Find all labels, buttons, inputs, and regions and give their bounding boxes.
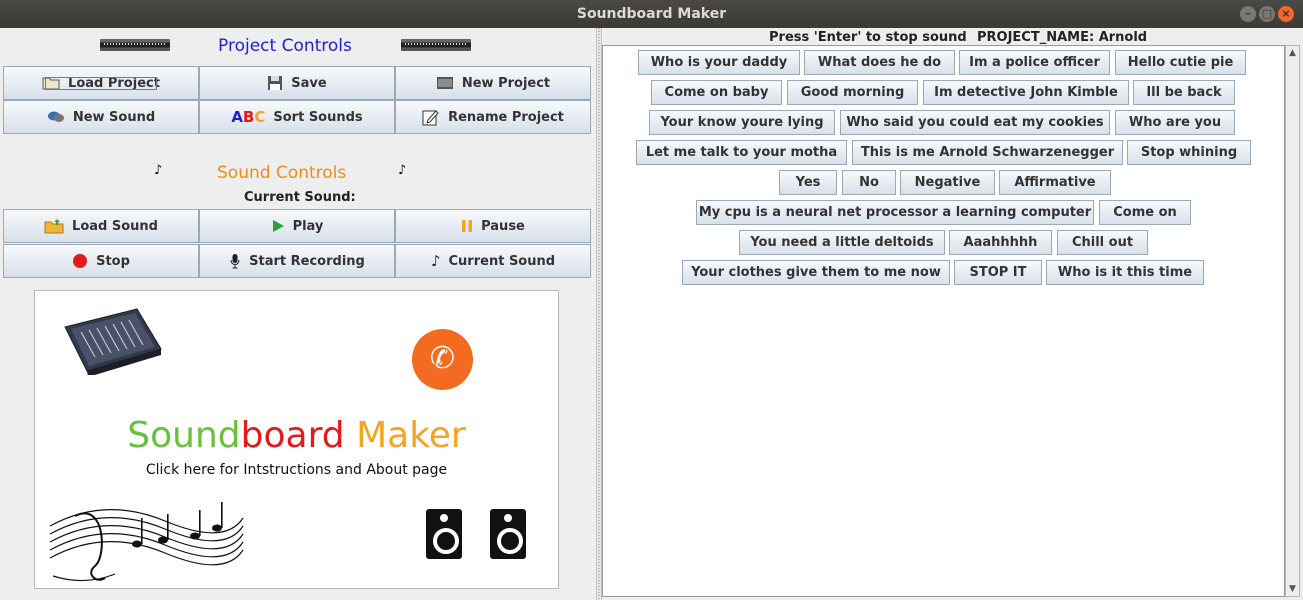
sound-button[interactable]: Stop whining (1127, 140, 1251, 165)
load-project-button[interactable]: Load Project (3, 66, 199, 100)
mixer-strip-icon (401, 39, 471, 51)
save-button[interactable]: Save (199, 66, 395, 100)
sound-button[interactable]: Im detective John Kimble (923, 80, 1129, 105)
speech-bubbles-icon (47, 111, 64, 122)
scroll-up-icon[interactable]: ▲ (1286, 46, 1299, 60)
sound-button[interactable]: Who is your daddy (638, 50, 800, 75)
pause-button[interactable]: Pause (395, 209, 591, 243)
sound-button[interactable]: Your clothes give them to me now (682, 260, 950, 285)
sound-button[interactable]: Im a police officer (959, 50, 1110, 75)
sound-controls-title: Sound Controls (217, 163, 347, 183)
window-title: Soundboard Maker (576, 6, 727, 22)
right-panel: Press 'Enter' to stop sound PROJECT_NAME… (602, 28, 1303, 600)
vertical-scrollbar[interactable]: ▲ ▼ (1285, 45, 1300, 597)
current-sound-button[interactable]: ♪ Current Sound (395, 244, 591, 278)
sound-button[interactable]: What does he do (804, 50, 955, 75)
sound-button[interactable]: Who are you (1115, 110, 1235, 135)
speaker-icon (426, 509, 462, 559)
logo-title: Soundboard Maker (127, 415, 466, 456)
folder-upload-icon (44, 219, 64, 234)
floppy-disk-icon (268, 76, 283, 90)
close-icon[interactable]: × (1278, 6, 1294, 22)
window-titlebar[interactable]: Soundboard Maker – □ × (0, 0, 1303, 28)
pause-icon (462, 220, 473, 232)
sound-button[interactable]: Yes (779, 170, 837, 195)
edit-icon (422, 110, 439, 126)
sound-button[interactable]: Ill be back (1133, 80, 1235, 105)
sound-button[interactable]: Come on baby (651, 80, 782, 105)
instructions-link[interactable]: Click here for Intstructions and About p… (35, 462, 558, 478)
rename-project-button[interactable]: Rename Project (395, 100, 591, 134)
sound-button[interactable]: Let me talk to your motha (636, 140, 847, 165)
maximize-icon[interactable]: □ (1259, 6, 1275, 22)
instructions-logo-panel[interactable]: ✆ Soundboard Maker Click here for Intstr… (34, 290, 559, 589)
current-sound-label: Current Sound: (244, 190, 356, 205)
project-name-label: PROJECT_NAME: Arnold (977, 30, 1148, 45)
sound-button[interactable]: Affirmative (999, 170, 1111, 195)
microphone-icon (230, 254, 240, 269)
phone-icon: ✆ (412, 329, 473, 390)
sound-button[interactable]: Who said you could eat my cookies (840, 110, 1110, 135)
music-note-icon: ♪ (430, 251, 441, 270)
new-sound-button[interactable]: New Sound (3, 100, 199, 134)
start-recording-button[interactable]: Start Recording (199, 244, 395, 278)
stop-button[interactable]: Stop (3, 244, 199, 278)
new-project-button[interactable]: New Project (395, 66, 591, 100)
mixer-icon (64, 308, 162, 375)
sound-button[interactable]: STOP IT (954, 260, 1042, 285)
sound-button[interactable]: No (842, 170, 896, 195)
keyboard-icon (436, 77, 453, 89)
sound-button[interactable]: My cpu is a neural net processor a learn… (696, 200, 1094, 225)
music-note-icon: ♪ (154, 163, 163, 178)
sound-button[interactable]: Negative (900, 170, 995, 195)
sound-buttons-area: Who is your daddy What does he do Im a p… (602, 45, 1285, 597)
minimize-icon[interactable]: – (1240, 6, 1256, 22)
sound-button[interactable]: Come on (1099, 200, 1191, 225)
left-panel: Project Controls Load Project Save New P… (0, 28, 596, 600)
stop-sound-hint: Press 'Enter' to stop sound (769, 30, 967, 45)
sound-button[interactable]: Your know youre lying (649, 110, 835, 135)
sound-button[interactable]: Who is it this time (1046, 260, 1204, 285)
sort-sounds-button[interactable]: ABC Sort Sounds (199, 100, 395, 134)
abc-sort-icon: ABC (231, 107, 266, 126)
sound-button[interactable]: This is me Arnold Schwarzenegger (852, 140, 1123, 165)
mixer-strip-icon (100, 39, 170, 51)
sound-button[interactable]: Hello cutie pie (1115, 50, 1246, 75)
scroll-down-icon[interactable]: ▼ (1286, 582, 1299, 596)
sound-button[interactable]: Chill out (1057, 230, 1148, 255)
folder-icon (42, 77, 60, 90)
sound-button[interactable]: You need a little deltoids (739, 230, 945, 255)
project-controls-title: Project Controls (218, 36, 352, 56)
music-note-icon: ♪ (398, 163, 407, 178)
speaker-icon (490, 509, 526, 559)
music-staff-icon (49, 502, 244, 582)
play-icon (272, 220, 284, 232)
sound-button[interactable]: Good morning (787, 80, 918, 105)
load-sound-button[interactable]: Load Sound (3, 209, 199, 243)
play-button[interactable]: Play (199, 209, 395, 243)
sound-button[interactable]: Aaahhhhh (949, 230, 1052, 255)
stop-icon (73, 254, 88, 268)
